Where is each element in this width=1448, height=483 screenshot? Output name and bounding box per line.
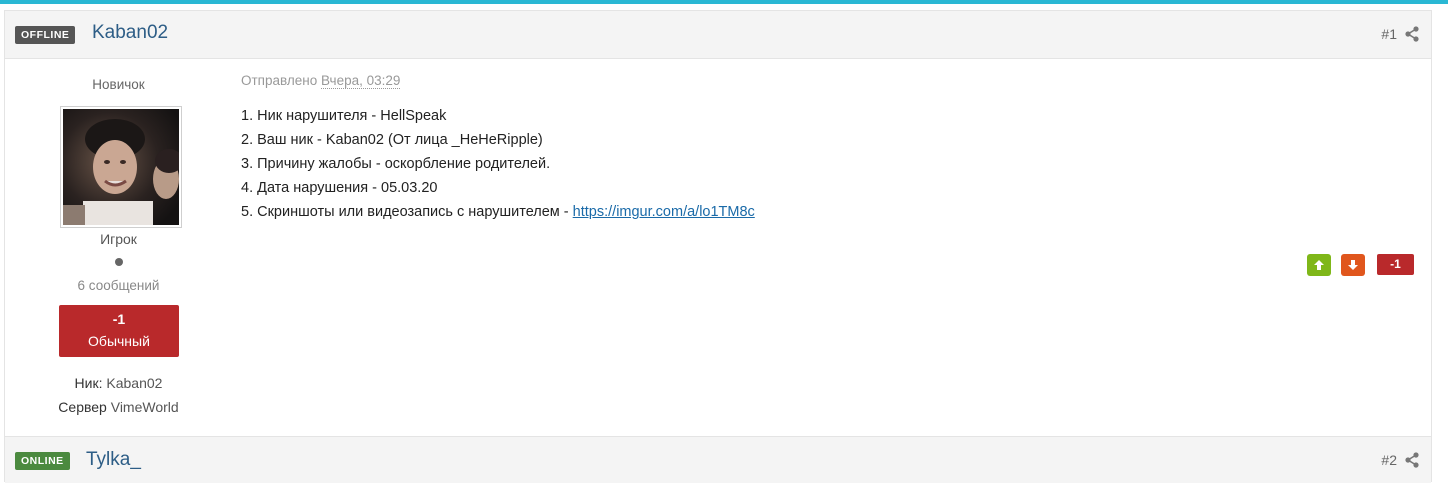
- post-number-link[interactable]: #1: [1381, 26, 1397, 42]
- arrow-down-icon: [1348, 260, 1358, 270]
- forum-post: ONLINE Tylka_ #2: [4, 436, 1432, 483]
- vote-down-button[interactable]: [1341, 254, 1365, 276]
- post-line: 2. Ваш ник - Kaban02 (От лица _HeHeRippl…: [241, 132, 543, 148]
- posted-date: Вчера, 03:29: [321, 73, 401, 89]
- post-line: 1. Ник нарушителя - HellSpeak: [241, 108, 447, 124]
- group-dot-icon: [115, 258, 123, 266]
- nick-label: Ник:: [74, 375, 103, 391]
- reputation-label: Обычный: [88, 333, 150, 349]
- share-icon[interactable]: [1405, 26, 1419, 42]
- post-header: ONLINE Tylka_ #2: [5, 437, 1431, 483]
- reputation-badge: -1 Обычный: [59, 305, 179, 357]
- screenshot-link[interactable]: https://imgur.com/a/lo1TM8c: [573, 204, 755, 220]
- arrow-up-icon: [1314, 260, 1324, 270]
- author-username-link[interactable]: Kaban02: [92, 22, 168, 44]
- post-number-link[interactable]: #2: [1381, 452, 1397, 468]
- profile-field-server: Сервер VimeWorld: [5, 399, 232, 415]
- status-badge: ONLINE: [15, 452, 70, 470]
- nick-value: Kaban02: [106, 375, 163, 391]
- post-line: 4. Дата нарушения - 05.03.20: [241, 180, 438, 196]
- post-body: 1. Ник нарушителя - HellSpeak 2. Ваш ник…: [241, 104, 755, 224]
- post-line: 5. Скриншоты или видеозапись с нарушител…: [241, 200, 755, 224]
- post-line: 3. Причину жалобы - оскорбление родителе…: [241, 156, 551, 172]
- post-header: OFFLINE Kaban02 #1: [5, 11, 1431, 59]
- share-icon[interactable]: [1405, 452, 1419, 468]
- member-rank: Новичок: [92, 77, 145, 92]
- post-line-text: 5. Скриншоты или видеозапись с нарушител…: [241, 204, 573, 220]
- top-accent-bar: [0, 0, 1448, 4]
- member-group: Игрок: [100, 231, 137, 247]
- server-value: VimeWorld: [110, 399, 179, 415]
- avatar[interactable]: [60, 106, 182, 228]
- post-reputation[interactable]: -1: [1377, 254, 1414, 275]
- vote-up-button[interactable]: [1307, 254, 1331, 276]
- status-badge: OFFLINE: [15, 26, 76, 44]
- profile-field-nick: Ник: Kaban02: [5, 375, 232, 391]
- reputation-value: -1: [112, 311, 126, 327]
- post-timestamp: Отправлено Вчера, 03:29: [241, 73, 401, 89]
- forum-post: OFFLINE Kaban02 #1 Новичок Игрок 6 сообщ…: [4, 10, 1432, 437]
- post-count: 6 сообщений: [77, 278, 160, 293]
- author-username-link[interactable]: Tylka_: [86, 449, 141, 471]
- posted-label: Отправлено: [241, 73, 318, 88]
- server-label: Сервер: [58, 399, 107, 415]
